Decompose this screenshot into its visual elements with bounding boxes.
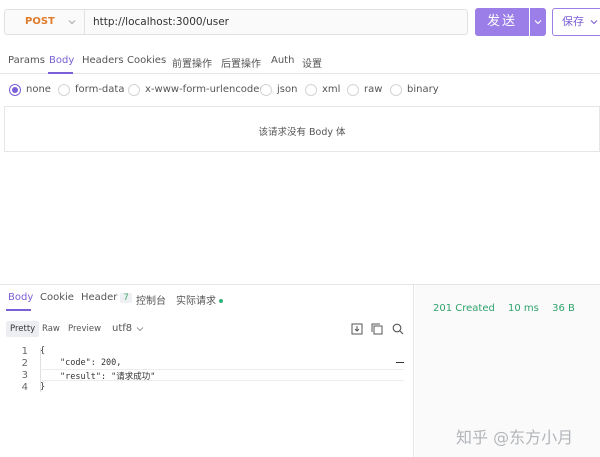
- line-number: 1: [21, 346, 28, 357]
- response-time: 10 ms: [508, 303, 539, 314]
- encoding-select[interactable]: utf8: [112, 321, 132, 337]
- radio-urlencoded[interactable]: [128, 84, 140, 96]
- radio-form-data[interactable]: [58, 84, 70, 96]
- code-line: "code": 200,: [60, 358, 122, 368]
- line-number: 4: [21, 382, 28, 393]
- save-label: 保存: [562, 15, 584, 28]
- radio-label-urlencoded: x-www-form-urlencoded: [145, 84, 266, 95]
- response-tab-cookie[interactable]: Cookie: [40, 292, 74, 303]
- request-tabs: Params Body Headers Cookies 前置操作 后置操作 Au…: [0, 46, 600, 74]
- minimap-marker: [396, 362, 404, 363]
- search-icon[interactable]: [391, 322, 405, 336]
- url-text: http://localhost:3000/user: [93, 16, 229, 28]
- response-size: 36 B: [552, 303, 575, 314]
- status-dot-icon: [219, 299, 223, 303]
- chevron-down-icon: [534, 20, 542, 25]
- tab-body[interactable]: Body: [49, 55, 74, 66]
- format-toolbar: Pretty Raw Preview utf8: [4, 319, 414, 339]
- header-count-badge: 7: [120, 293, 132, 303]
- line-number: 3: [21, 370, 28, 381]
- radio-none[interactable]: [9, 84, 21, 96]
- format-preview-button[interactable]: Preview: [64, 321, 105, 337]
- copy-icon[interactable]: [370, 322, 384, 336]
- chevron-down-icon: [136, 327, 144, 332]
- radio-raw[interactable]: [347, 84, 359, 96]
- tab-post-operations[interactable]: 后置操作: [221, 55, 261, 70]
- response-tab-console[interactable]: 控制台: [136, 292, 166, 307]
- request-bar: POST http://localhost:3000/user 发送 保存: [0, 0, 600, 46]
- tab-headers[interactable]: Headers: [82, 55, 124, 66]
- tab-params[interactable]: Params: [8, 55, 45, 66]
- tab-cookies[interactable]: Cookies: [127, 55, 166, 66]
- radio-label-none: none: [26, 84, 51, 95]
- radio-label-form-data: form-data: [75, 84, 125, 95]
- radio-label-binary: binary: [407, 84, 439, 95]
- status-code: 201 Created: [433, 303, 495, 314]
- active-response-tab-indicator: [6, 309, 31, 311]
- current-line-highlight: [40, 369, 404, 381]
- tab-settings[interactable]: 设置: [302, 55, 322, 70]
- body-type-radio-group: none form-data x-www-form-urlencoded jso…: [0, 80, 600, 100]
- tab-auth[interactable]: Auth: [271, 55, 294, 66]
- empty-body-message: 该请求没有 Body 体: [258, 127, 346, 138]
- radio-binary[interactable]: [390, 84, 402, 96]
- response-tab-header[interactable]: Header 7: [81, 292, 132, 303]
- response-status-line: 201 Created 10 ms 36 B: [433, 303, 585, 314]
- watermark: 知乎 @东方小月: [456, 428, 574, 447]
- tab-pre-operations[interactable]: 前置操作: [172, 55, 212, 70]
- chevron-down-icon: [590, 20, 598, 25]
- save-button[interactable]: 保存: [552, 8, 600, 36]
- format-raw-button[interactable]: Raw: [38, 321, 64, 337]
- radio-label-xml: xml: [322, 84, 341, 95]
- response-tab-header-label: Header: [81, 292, 118, 303]
- chevron-down-icon: [68, 20, 76, 25]
- active-tab-indicator: [48, 72, 73, 74]
- url-input[interactable]: http://localhost:3000/user: [84, 9, 468, 35]
- radio-label-raw: raw: [364, 84, 383, 95]
- response-tab-actual-request-label: 实际请求: [176, 296, 216, 307]
- send-options-button[interactable]: [530, 8, 546, 36]
- line-number: 2: [21, 358, 28, 369]
- response-tab-actual-request[interactable]: 实际请求: [176, 292, 223, 307]
- method-select[interactable]: POST: [4, 9, 84, 35]
- send-button[interactable]: 发送: [475, 8, 529, 36]
- download-icon[interactable]: [350, 322, 364, 336]
- format-pretty-button[interactable]: Pretty: [6, 321, 40, 337]
- radio-label-json: json: [277, 84, 298, 95]
- radio-xml[interactable]: [305, 84, 317, 96]
- method-label: POST: [25, 16, 55, 27]
- radio-json[interactable]: [260, 84, 272, 96]
- body-empty-panel: 该请求没有 Body 体: [4, 106, 600, 152]
- response-tab-body[interactable]: Body: [8, 292, 33, 303]
